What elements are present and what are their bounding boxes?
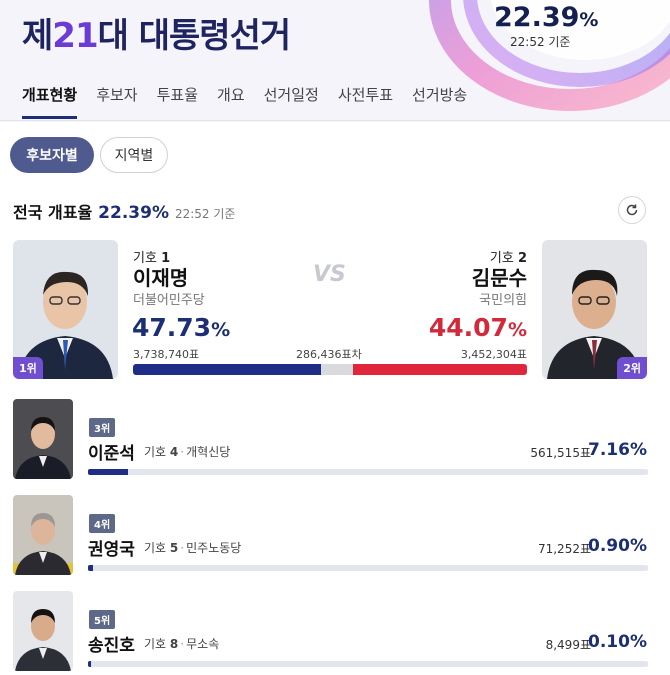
header-divider: [0, 120, 670, 121]
candidate1-name[interactable]: 이재명: [133, 262, 188, 291]
page-header: 제21대 대통령선거 22.39% 22:52 기준 개표현황 후보자 투표율 …: [0, 0, 670, 122]
candidate-row[interactable]: 3위 이준석 기호 4 · 개혁신당 561,515표 7.16%: [13, 399, 653, 481]
refresh-button[interactable]: [618, 196, 646, 224]
candidate-info: 기호 5 · 민주노동당: [144, 541, 242, 555]
candidate-portrait: [13, 591, 73, 671]
candidate-row[interactable]: 5위 송진호 기호 8 · 무소속 8,499표 0.10%: [13, 591, 653, 673]
tab-overview[interactable]: 개요: [217, 84, 245, 119]
candidate2-percent: 44.07%: [428, 313, 527, 342]
rank-badge: 1위: [13, 357, 43, 379]
header-count-rate: 22.39%: [494, 2, 599, 33]
candidate-percent: 0.10%: [588, 632, 647, 652]
vs-label: VS: [313, 262, 346, 287]
tab-broadcast[interactable]: 선거방송: [412, 84, 467, 119]
candidate-share-bar: [88, 565, 648, 571]
candidate1-votes: 3,738,740표: [133, 348, 200, 361]
status-rate: 22.39%: [98, 203, 169, 223]
candidate-percent: 0.90%: [588, 536, 647, 556]
page-title: 제21대 대통령선거: [22, 16, 291, 56]
candidate1-party: 더불어민주당: [133, 293, 205, 308]
candidate1-photo[interactable]: 1위: [13, 240, 118, 379]
tab-candidates[interactable]: 후보자: [96, 84, 137, 119]
candidate-name: 권영국: [88, 540, 135, 560]
tab-schedule[interactable]: 선거일정: [264, 84, 319, 119]
candidate-share-fill: [88, 565, 94, 571]
candidate-name: 송진호: [88, 636, 135, 656]
candidate-share-fill: [88, 469, 129, 475]
candidate-votes: 561,515표: [530, 446, 591, 460]
candidate-row[interactable]: 4위 권영국 기호 5 · 민주노동당 71,252표 0.90%: [13, 495, 653, 577]
candidate-photo: [13, 591, 73, 671]
candidate1-percent: 47.73%: [132, 313, 231, 342]
vote-share-bar: [133, 364, 527, 375]
rank-badge: 4위: [89, 514, 116, 533]
refresh-icon: [626, 204, 638, 216]
rank-badge: 5위: [89, 610, 116, 629]
filter-by-region-button[interactable]: 지역별: [100, 137, 168, 173]
header-count-time: 22:52 기준: [510, 35, 571, 49]
candidate2-votes: 3,452,304표: [460, 348, 527, 361]
remaining-share-fill: [321, 364, 354, 375]
tab-count-status[interactable]: 개표현황: [22, 84, 78, 119]
candidate2-name[interactable]: 김문수: [472, 262, 527, 291]
tab-early-voting[interactable]: 사전투표: [338, 84, 393, 119]
candidate1-share-fill: [133, 364, 322, 375]
tab-bar: 개표현황 후보자 투표율 개요 선거일정 사전투표 선거방송: [22, 84, 486, 119]
candidate-votes: 71,252표: [537, 542, 591, 556]
candidate-photo: [13, 399, 73, 479]
candidate-photo: [13, 495, 73, 575]
tab-turnout[interactable]: 투표율: [157, 84, 198, 119]
status-time: 22:52 기준: [174, 207, 236, 221]
candidate-portrait: [13, 495, 73, 575]
candidate-name: 이준석: [88, 444, 135, 464]
candidate-votes: 8,499표: [545, 638, 591, 652]
candidate2-photo[interactable]: 2위: [542, 240, 647, 379]
candidate-percent: 7.16%: [588, 440, 647, 460]
candidate-share-bar: [88, 469, 648, 475]
candidate2-party: 국민의힘: [479, 293, 527, 308]
candidate-info: 기호 4 · 개혁신당: [144, 445, 231, 459]
candidate2-share-fill: [353, 364, 527, 375]
vote-gap: 286,436표차: [296, 348, 362, 361]
candidate-share-fill: [88, 661, 92, 667]
filter-by-candidate-button[interactable]: 후보자별: [10, 137, 94, 173]
status-label: 전국 개표율: [13, 203, 93, 222]
rank-badge: 2위: [617, 357, 647, 379]
rank-badge: 3위: [89, 418, 116, 437]
count-status: 전국 개표율 22.39% 22:52 기준: [13, 199, 235, 223]
candidate-portrait: [13, 399, 73, 479]
candidate-share-bar: [88, 661, 648, 667]
candidate-info: 기호 8 · 무소속: [144, 637, 220, 651]
